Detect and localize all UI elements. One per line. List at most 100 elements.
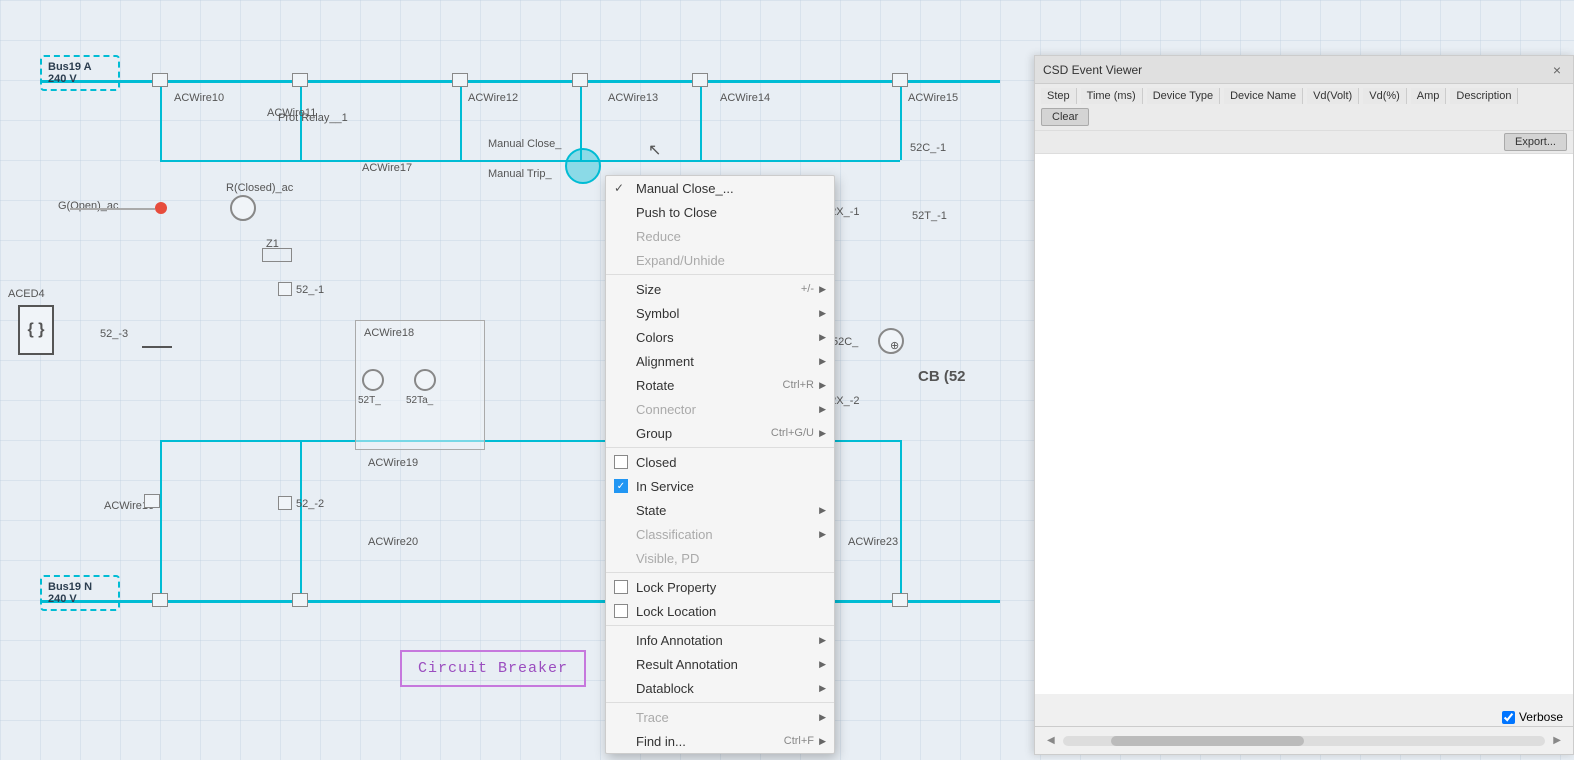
acwire12-label: ACWire12 <box>468 92 518 104</box>
verbose-row: Verbose <box>1502 710 1563 724</box>
manual-trip-label: Manual Trip_ <box>488 168 552 180</box>
lock-location-checkbox <box>614 604 628 618</box>
comp-top-4 <box>572 73 588 87</box>
wire-g-open <box>70 208 155 210</box>
52c-label: 52C_ <box>832 336 858 348</box>
event-panel-footer: ◀ ▶ <box>1035 726 1573 754</box>
52c-inner: ⊕ <box>890 339 899 352</box>
acwire19-label: ACWire19 <box>368 457 418 469</box>
bus-top-label: Bus19 A 240 V <box>40 55 120 91</box>
col-vd-pct[interactable]: Vd(%) <box>1363 88 1407 104</box>
acwire10-label: ACWire10 <box>174 92 224 104</box>
comp-bot-3 <box>892 593 908 607</box>
menu-alignment[interactable]: Alignment <box>606 349 834 373</box>
menu-classification: Classification <box>606 522 834 546</box>
aced4-label: ACED4 <box>8 288 45 300</box>
event-panel: CSD Event Viewer × Step Time (ms) Device… <box>1034 55 1574 755</box>
bus-top-line <box>40 80 1000 83</box>
wire-h-mid <box>160 160 900 162</box>
event-panel-body <box>1035 154 1573 694</box>
menu-state[interactable]: State <box>606 498 834 522</box>
menu-group[interactable]: Group Ctrl+G/U <box>606 421 834 445</box>
52ta-label-inner: 52Ta_ <box>406 395 433 406</box>
col-device-name[interactable]: Device Name <box>1224 88 1303 104</box>
menu-info-annotation[interactable]: Info Annotation <box>606 628 834 652</box>
wire-v-bot-2 <box>300 440 302 602</box>
menu-lock-property[interactable]: Lock Property <box>606 575 834 599</box>
wire-v-bot-3 <box>900 440 902 602</box>
manual-close-label: Manual Close_ <box>488 138 561 150</box>
col-step[interactable]: Step <box>1041 88 1077 104</box>
comp-top-5 <box>692 73 708 87</box>
52-2-label: 52_-2 <box>296 498 324 510</box>
menu-closed[interactable]: Closed <box>606 450 834 474</box>
col-vd-volt[interactable]: Vd(Volt) <box>1307 88 1359 104</box>
wire-v-5 <box>700 80 702 160</box>
acwire18-box: ACWire18 52T_ 52Ta_ <box>355 320 485 450</box>
scrollbar-thumb <box>1111 736 1304 746</box>
menu-size[interactable]: Size +/- <box>606 277 834 301</box>
divider-4 <box>606 625 834 626</box>
acwire13-label: ACWire13 <box>608 92 658 104</box>
export-button[interactable]: Export... <box>1504 133 1567 151</box>
menu-in-service[interactable]: ✓ In Service <box>606 474 834 498</box>
comp-bot-1 <box>152 593 168 607</box>
r-closed-label: R(Closed)_ac <box>226 182 293 194</box>
wire-v-3 <box>460 80 462 160</box>
comp-bot-2 <box>292 593 308 607</box>
menu-result-annotation[interactable]: Result Annotation <box>606 652 834 676</box>
check-icon: ✓ <box>614 181 624 195</box>
z1-component <box>262 248 292 262</box>
menu-rotate[interactable]: Rotate Ctrl+R <box>606 373 834 397</box>
cb-label-box: Circuit Breaker <box>400 650 586 687</box>
closed-checkbox <box>614 455 628 469</box>
52-1-label: 52_-1 <box>296 284 324 296</box>
wire-v-6 <box>900 80 902 160</box>
wire-v-bot-1 <box>160 440 162 602</box>
acwire23-label: ACWire23 <box>848 536 898 548</box>
prot-relay-label: Prot Relay__1 <box>278 112 348 124</box>
menu-datablock[interactable]: Datablock <box>606 676 834 700</box>
scrollbar-track[interactable] <box>1063 736 1546 746</box>
menu-colors[interactable]: Colors <box>606 325 834 349</box>
col-device-type[interactable]: Device Type <box>1147 88 1220 104</box>
menu-reduce: Reduce <box>606 224 834 248</box>
acwire15-label: ACWire15 <box>908 92 958 104</box>
lock-property-checkbox <box>614 580 628 594</box>
52t-1-label: 52T_-1 <box>912 210 947 222</box>
clear-button[interactable]: Clear <box>1041 108 1089 126</box>
menu-push-to-close[interactable]: Push to Close <box>606 200 834 224</box>
divider-1 <box>606 274 834 275</box>
52t-label-inner: 52T_ <box>358 395 381 406</box>
menu-manual-close[interactable]: ✓ Manual Close_... <box>606 176 834 200</box>
col-time-ms[interactable]: Time (ms) <box>1081 88 1143 104</box>
menu-lock-location[interactable]: Lock Location <box>606 599 834 623</box>
52-3-label: 52_-3 <box>100 328 128 340</box>
menu-trace: Trace <box>606 705 834 729</box>
selected-component[interactable] <box>565 148 601 184</box>
verbose-checkbox[interactable] <box>1502 711 1515 724</box>
menu-find-in[interactable]: Find in... Ctrl+F <box>606 729 834 753</box>
col-description[interactable]: Description <box>1450 88 1518 104</box>
comp-top-1 <box>152 73 168 87</box>
acwire14-label: ACWire14 <box>720 92 770 104</box>
context-menu: ✓ Manual Close_... Push to Close Reduce … <box>605 175 835 754</box>
col-amp[interactable]: Amp <box>1411 88 1447 104</box>
cb-52-label: CB (52 <box>918 368 966 385</box>
event-panel-title: CSD Event Viewer <box>1043 63 1142 77</box>
52-1-comp <box>278 282 292 296</box>
menu-connector: Connector <box>606 397 834 421</box>
menu-symbol[interactable]: Symbol <box>606 301 834 325</box>
aced4-component: { } <box>18 305 54 355</box>
r-closed-circle <box>230 195 256 221</box>
acwire17-label: ACWire17 <box>362 162 412 174</box>
event-panel-toolbar: Step Time (ms) Device Type Device Name V… <box>1035 84 1573 131</box>
wire-v-1 <box>160 80 162 160</box>
acwire18-label: ACWire18 <box>364 327 492 339</box>
menu-expand-unhide: Expand/Unhide <box>606 248 834 272</box>
divider-5 <box>606 702 834 703</box>
bus-bottom-label: Bus19 N 240 V <box>40 575 120 611</box>
event-panel-close-button[interactable]: × <box>1549 62 1565 78</box>
divider-3 <box>606 572 834 573</box>
menu-visible-pd: Visible, PD <box>606 546 834 570</box>
